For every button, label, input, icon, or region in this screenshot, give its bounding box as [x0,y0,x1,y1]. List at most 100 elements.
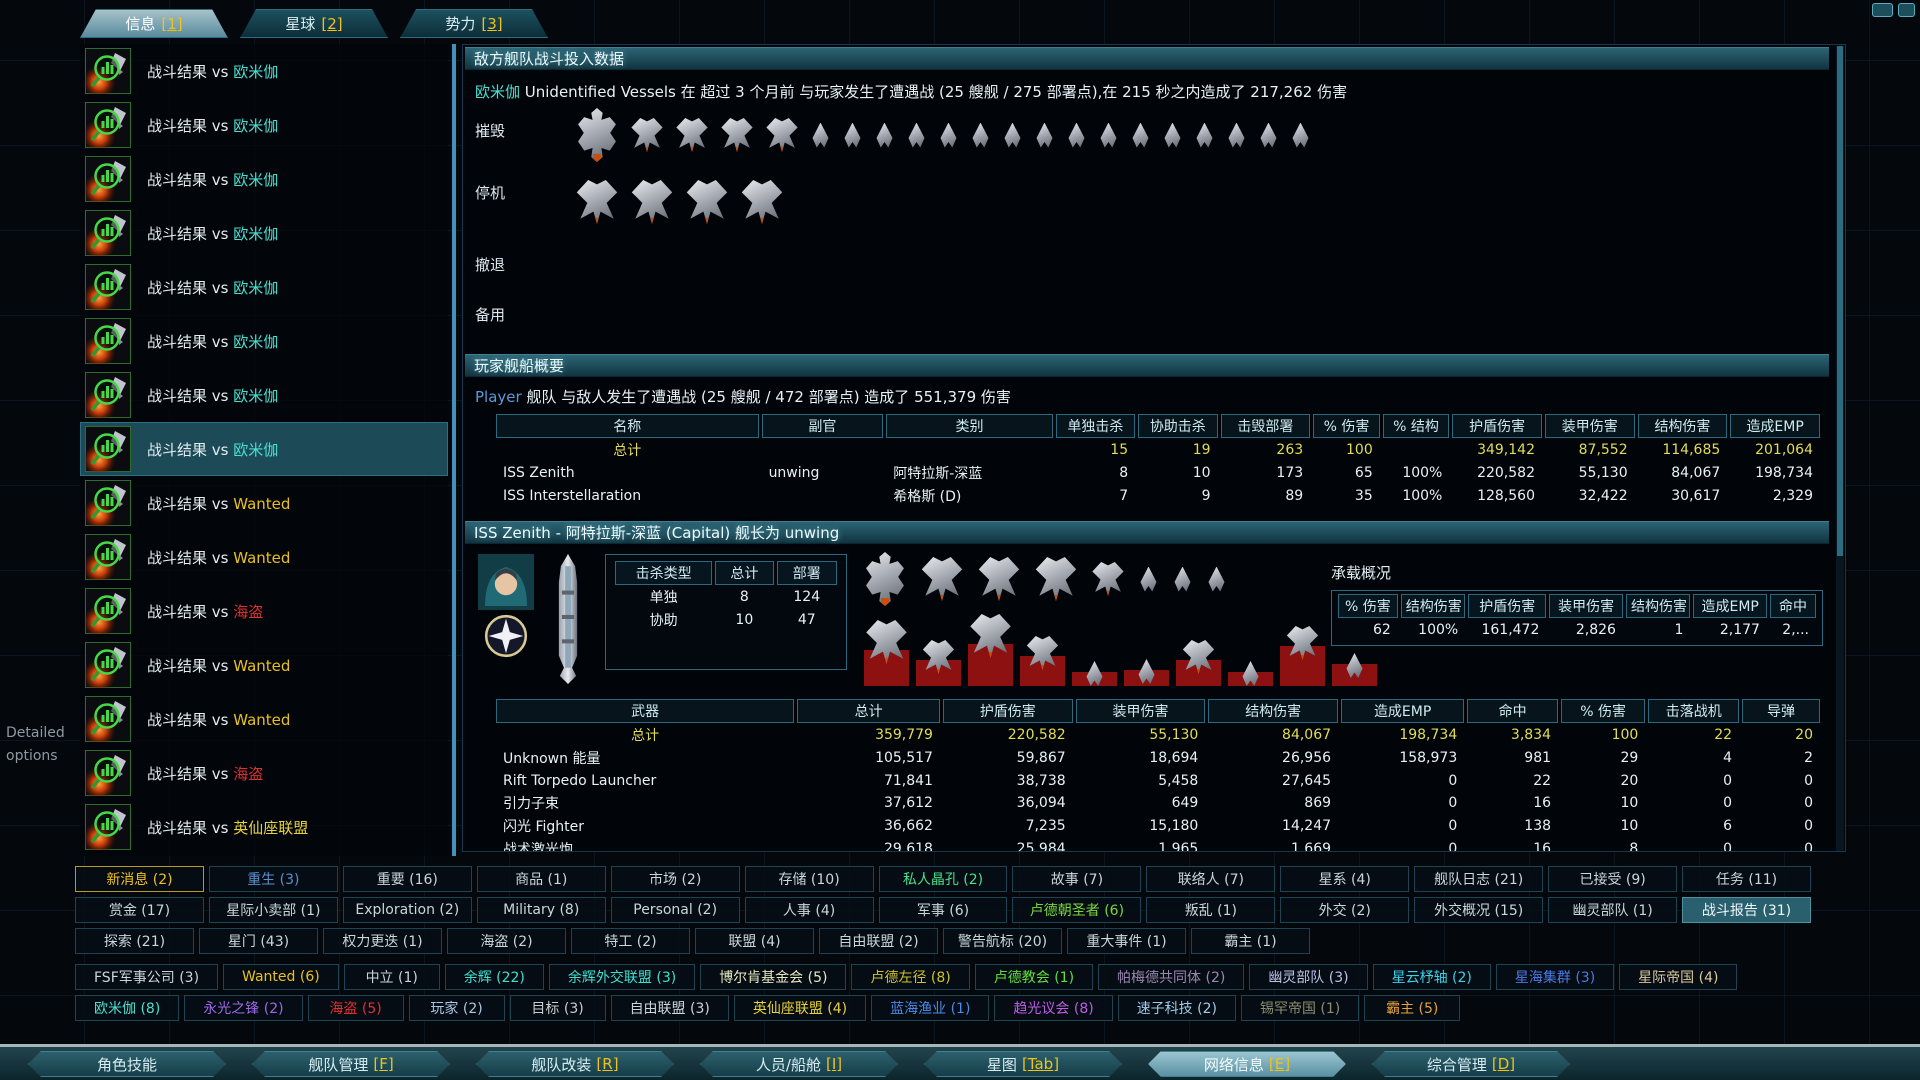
column-header[interactable]: 协助击杀 [1138,414,1217,438]
main-scrollbar-thumb[interactable] [1837,46,1843,556]
column-header[interactable]: 单独击杀 [1056,414,1135,438]
filter-button[interactable]: 舰队日志 (21) [1414,866,1543,892]
filter-button[interactable]: 英仙座联盟 (4) [734,995,866,1021]
sidebar-scrollbar-thumb[interactable] [452,44,456,856]
bottom-bar-button[interactable]: 综合管理[D] [1372,1051,1570,1077]
column-header[interactable]: 护盾伤害 [1452,414,1542,438]
column-header[interactable]: 命中 [1770,594,1816,618]
battle-report-item[interactable]: 战斗结果 vs Wanted [80,530,448,584]
filter-button[interactable]: Wanted (6) [223,964,339,990]
filter-button[interactable]: 余辉 (22) [445,964,544,990]
column-header[interactable]: 命中 [1467,699,1558,723]
column-header[interactable]: 造成EMP [1693,594,1767,618]
battle-report-item[interactable]: 战斗结果 vs Wanted [80,692,448,746]
battery-icon[interactable] [1898,3,1915,17]
filter-button[interactable]: 重生 (3) [209,866,338,892]
bottom-bar-button[interactable]: 角色技能 [28,1051,226,1077]
power-icon[interactable] [1872,3,1893,17]
filter-button[interactable]: 海盗 (2) [447,928,566,954]
battle-report-item[interactable]: 战斗结果 vs Wanted [80,476,448,530]
filter-button[interactable]: 余辉外交联盟 (3) [549,964,695,990]
battle-report-item[interactable]: 战斗结果 vs 欧米伽 [80,44,448,98]
filter-button[interactable]: 永光之锋 (2) [184,995,302,1021]
filter-button[interactable]: 目标 (3) [510,995,606,1021]
filter-button[interactable]: 已接受 (9) [1548,866,1677,892]
filter-button[interactable]: 市场 (2) [611,866,740,892]
filter-button[interactable]: 速子科技 (2) [1118,995,1236,1021]
filter-button[interactable]: 霸主 (1) [1191,928,1310,954]
filter-button[interactable]: 幽灵部队 (3) [1249,964,1367,990]
filter-button[interactable]: 自由联盟 (3) [611,995,729,1021]
column-header[interactable]: % 伤害 [1561,699,1645,723]
filter-button[interactable]: 星云杼轴 (2) [1373,964,1491,990]
filter-button[interactable]: 星海集群 (3) [1496,964,1614,990]
filter-button[interactable]: 军事 (6) [879,897,1008,923]
filter-button[interactable]: 博尔肯基金会 (5) [700,964,846,990]
filter-button[interactable]: 特工 (2) [571,928,690,954]
filter-button[interactable]: 人事 (4) [745,897,874,923]
battle-report-item[interactable]: 战斗结果 vs 英仙座联盟 [80,800,448,854]
column-header[interactable]: 总计 [797,699,940,723]
column-header[interactable]: 击毁部署 [1221,414,1311,438]
filter-button[interactable]: 任务 (11) [1682,866,1811,892]
filter-button[interactable]: 锡罕帝国 (1) [1241,995,1359,1021]
bottom-bar-button[interactable]: 星图[Tab] [924,1051,1122,1077]
battle-report-item[interactable]: 战斗结果 vs 欧米伽 [80,314,448,368]
filter-button[interactable]: 蓝海渔业 (1) [871,995,989,1021]
filter-button[interactable]: 自由联盟 (2) [819,928,938,954]
filter-button[interactable]: 重大事件 (1) [1067,928,1186,954]
column-header[interactable]: 结构伤害 [1626,594,1690,618]
column-header[interactable]: 结构伤害 [1401,594,1465,618]
filter-button[interactable]: 星际帝国 (4) [1619,964,1737,990]
battle-report-item[interactable]: 战斗结果 vs 欧米伽 [80,98,448,152]
column-header[interactable]: 副官 [762,414,884,438]
battle-report-item[interactable]: 战斗结果 vs 欧米伽 [80,368,448,422]
filter-button[interactable]: 中立 (1) [344,964,440,990]
filter-button[interactable]: 联络人 (7) [1146,866,1275,892]
bottom-bar-button[interactable]: 人员/船舱[I] [700,1051,898,1077]
column-header[interactable]: 击落战机 [1648,699,1739,723]
filter-button[interactable]: 卢德朝圣者 (6) [1012,897,1141,923]
filter-button[interactable]: 战斗报告 (31) [1682,897,1811,923]
filter-button[interactable]: 联盟 (4) [695,928,814,954]
battle-report-item[interactable]: 战斗结果 vs 欧米伽 [80,152,448,206]
filter-button[interactable]: 玩家 (2) [409,995,505,1021]
filter-button[interactable]: 叛乱 (1) [1146,897,1275,923]
column-header[interactable]: 部署 [777,561,838,585]
filter-button[interactable]: Military (8) [477,897,606,923]
filter-button[interactable]: 欧米伽 (8) [75,995,179,1021]
column-header[interactable]: 武器 [496,699,794,723]
main-scrollbar[interactable] [1836,46,1844,852]
column-header[interactable]: % 结构 [1383,414,1450,438]
filter-button[interactable]: 星际小卖部 (1) [209,897,338,923]
filter-button[interactable]: 幽灵部队 (1) [1548,897,1677,923]
column-header[interactable]: % 伤害 [1313,414,1380,438]
filter-button[interactable]: 存储 (10) [745,866,874,892]
column-header[interactable]: 护盾伤害 [1468,594,1546,618]
filter-button[interactable]: 霸主 (5) [1364,995,1460,1021]
column-header[interactable]: 造成EMP [1341,699,1464,723]
filter-button[interactable]: 帕梅德共同体 (2) [1098,964,1244,990]
column-header[interactable]: 结构伤害 [1638,414,1728,438]
battle-report-item[interactable]: 战斗结果 vs 欧米伽 [80,260,448,314]
filter-button[interactable]: 警告航标 (20) [943,928,1062,954]
bottom-bar-button[interactable]: 舰队管理[F] [252,1051,450,1077]
bottom-bar-button[interactable]: 网络信息[E] [1148,1051,1346,1077]
sidebar-scrollbar[interactable] [452,44,456,856]
column-header[interactable]: 结构伤害 [1208,699,1338,723]
battle-report-item[interactable]: 战斗结果 vs 海盗 [80,746,448,800]
bottom-bar-button[interactable]: 舰队改装[R] [476,1051,674,1077]
column-header[interactable]: 击杀类型 [615,561,712,585]
column-header[interactable]: 护盾伤害 [943,699,1073,723]
filter-button[interactable]: 探索 (21) [75,928,194,954]
column-header[interactable]: 装甲伤害 [1549,594,1623,618]
top-tab[interactable]: 势力[3] [400,9,548,38]
filter-button[interactable]: FSF军事公司 (3) [75,964,218,990]
filter-button[interactable]: 新消息 (2) [75,866,204,892]
filter-button[interactable]: 商品 (1) [477,866,606,892]
column-header[interactable]: 装甲伤害 [1076,699,1206,723]
filter-button[interactable]: 卢德教会 (1) [975,964,1093,990]
column-header[interactable]: 导弹 [1742,699,1820,723]
filter-button[interactable]: 权力更迭 (1) [323,928,442,954]
column-header[interactable]: % 伤害 [1338,594,1398,618]
